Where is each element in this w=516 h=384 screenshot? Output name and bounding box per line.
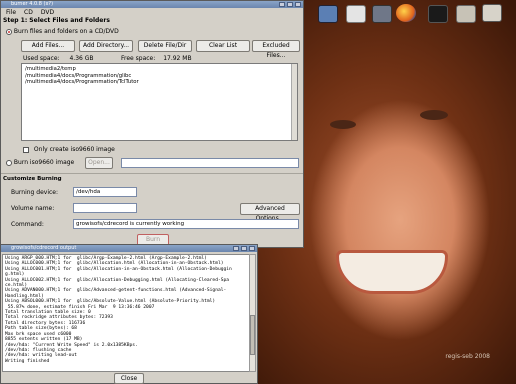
command-field[interactable]: growisofs/cdrecord is currently working [73, 219, 299, 229]
free-space-label: Free space: [121, 55, 156, 62]
only-iso-checkbox[interactable] [23, 146, 29, 153]
used-space: Used space: 4.36 GB [23, 55, 94, 62]
burning-device-label: Burning device: [11, 189, 58, 196]
used-space-value: 4.36 GB [69, 55, 94, 62]
advanced-options-button[interactable]: Advanced Options... [240, 203, 300, 222]
volume-name-field[interactable] [73, 203, 137, 213]
network-icon[interactable] [482, 4, 502, 22]
gimp-icon[interactable] [456, 5, 476, 23]
wallpaper-watermark: regis-seb 2008 [445, 353, 490, 360]
menu-cd[interactable]: CD [24, 8, 33, 17]
menubar: File CD DVD [1, 8, 303, 17]
log-line: Using ALLOC002.HTM;1 for glibc/Allocatio… [5, 277, 230, 283]
volume-name-label: Volume name: [11, 205, 55, 212]
menu-file[interactable]: File [6, 8, 16, 17]
close-icon[interactable] [295, 2, 301, 7]
wallpaper-eye-right [420, 110, 448, 120]
log-line: Using ALLOC001.HTM;1 for glibc/Allocatio… [5, 266, 232, 272]
burner-main-window[interactable]: burner 4.0.8 (x?) File CD DVD Step 1: Se… [0, 0, 304, 248]
list-item[interactable]: /multimedia2/temp [25, 66, 294, 73]
list-item[interactable]: /multimedia4/docs/Programmation/TclTutor [25, 79, 294, 86]
output-titlebar[interactable]: growisofs/cdrecord output [1, 245, 257, 252]
mail-icon[interactable] [372, 5, 392, 23]
output-log[interactable]: Using ARGP_000.HTM;1 for glibc/Argp-Exam… [2, 254, 250, 372]
maximize-icon[interactable] [287, 2, 293, 7]
output-window[interactable]: growisofs/cdrecord output Using ARGP_000… [0, 244, 258, 384]
log-line: Using ABSOL000.HTM;1 for glibc/Absolute-… [5, 299, 216, 305]
terminal-icon[interactable] [428, 5, 448, 23]
add-directory-button[interactable]: Add Directory... [79, 40, 133, 52]
excluded-files-button[interactable]: Excluded Files... [252, 40, 300, 59]
menu-dvd[interactable]: DVD [41, 8, 54, 17]
free-space-value: 17.92 MB [163, 55, 192, 62]
close-button[interactable]: Close [114, 373, 144, 384]
burn-files-radio[interactable] [6, 28, 12, 35]
burn-iso-option[interactable]: Burn iso9660 image [6, 159, 74, 166]
burn-files-option[interactable]: Burn files and folders on a CD/DVD [6, 28, 119, 35]
main-titlebar[interactable]: burner 4.0.8 (x?) [1, 1, 303, 8]
only-iso-label: Only create iso9660 image [33, 146, 115, 153]
iso-path-field[interactable] [121, 158, 299, 168]
separator [1, 173, 303, 174]
file-list-scrollbar[interactable] [291, 64, 297, 140]
add-files-button[interactable]: Add Files... [21, 40, 75, 52]
trash-icon[interactable] [346, 5, 366, 23]
minimize-icon[interactable] [233, 246, 239, 251]
command-label: Command: [11, 221, 44, 228]
window-title: burner 4.0.8 (x?) [11, 1, 54, 7]
output-title: growisofs/cdrecord output [11, 245, 77, 251]
step1-title: Step 1: Select Files and Folders [3, 17, 110, 24]
open-button[interactable]: Open... [85, 157, 113, 169]
close-icon[interactable] [249, 246, 255, 251]
minimize-icon[interactable] [279, 2, 285, 7]
burning-device-field[interactable]: /dev/hda [73, 187, 137, 197]
list-item[interactable]: /multimedia4/docs/Programmation/glibc [25, 73, 294, 80]
monitor-icon[interactable] [318, 5, 338, 23]
burn-files-label: Burn files and folders on a CD/DVD [13, 28, 119, 35]
burn-iso-label: Burn iso9660 image [13, 159, 75, 166]
wallpaper-eye-left [330, 120, 356, 129]
customize-title: Customize Burning [3, 176, 62, 182]
free-space: Free space: 17.92 MB [121, 55, 192, 62]
used-space-label: Used space: [23, 55, 60, 62]
firefox-icon[interactable] [396, 4, 416, 22]
scrollbar-thumb[interactable] [250, 315, 255, 355]
file-list[interactable]: /multimedia2/temp /multimedia4/docs/Prog… [21, 63, 298, 141]
burn-iso-radio[interactable] [6, 159, 12, 166]
maximize-icon[interactable] [241, 246, 247, 251]
delete-file-button[interactable]: Delete File/Dir [138, 40, 192, 52]
wallpaper-smile [336, 250, 448, 294]
only-iso-option[interactable]: Only create iso9660 image [23, 146, 115, 153]
output-scrollbar[interactable] [249, 254, 256, 372]
clear-list-button[interactable]: Clear List [196, 40, 250, 52]
log-line: Writing finished [5, 358, 50, 364]
